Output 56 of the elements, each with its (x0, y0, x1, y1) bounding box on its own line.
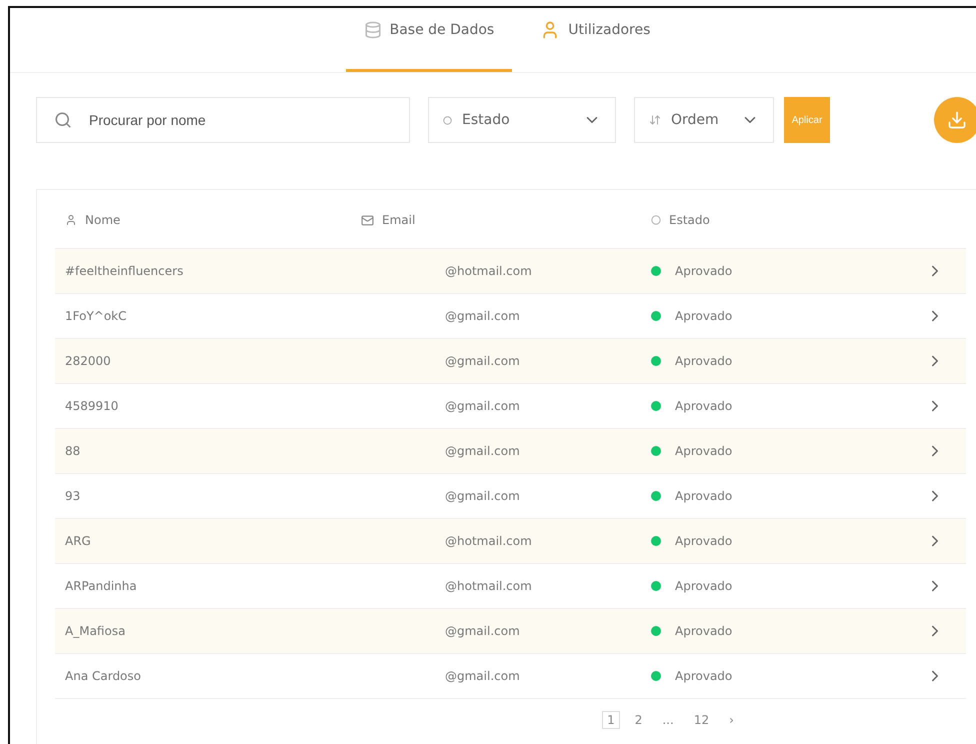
envelope-icon (361, 214, 374, 226)
page-link[interactable]: 12 (688, 711, 714, 729)
status-cell: Aprovado (675, 669, 732, 683)
table-row[interactable]: 88 @gmail.com Aprovado (55, 429, 966, 474)
sort-icon (649, 114, 661, 126)
name-cell-text: 282000 (65, 354, 112, 368)
page-link[interactable]: 2 (630, 711, 648, 729)
column-header: Estado (669, 213, 710, 227)
table-row[interactable]: 282000 @gmail.com Aprovado (55, 339, 966, 384)
search-icon (54, 111, 72, 129)
name-cell-text: Ana Cardoso (65, 669, 142, 683)
dropdown[interactable]: Ordem (634, 97, 774, 143)
status-cell: Aprovado (675, 354, 732, 368)
dropdown[interactable]: Estado (428, 97, 616, 143)
status-cell: Aprovado (675, 534, 732, 548)
status-cell: Aprovado (675, 489, 732, 503)
name-cell-text: 4589910 (65, 399, 120, 413)
name-cell-text: 1FoY^okC (65, 309, 128, 323)
table-row[interactable]: A_Mafiosa @gmail.com Aprovado (55, 609, 966, 654)
circle-icon (651, 215, 661, 225)
email-cell-text: @gmail.com (445, 669, 521, 683)
email-cell-text: @gmail.com (445, 399, 521, 413)
status-cell: Aprovado (675, 264, 732, 278)
person-icon (65, 214, 77, 226)
email-cell-text: @hotmail.com (445, 579, 533, 593)
column-header: Nome (85, 213, 120, 227)
status-cell: Aprovado (675, 309, 732, 323)
next-page-link[interactable]: › (724, 711, 739, 729)
email-cell-text: @hotmail.com (445, 264, 533, 278)
email-cell-text: @hotmail.com (445, 534, 533, 548)
name-cell-text: 88 (65, 444, 82, 458)
email-cell-text: @gmail.com (445, 309, 521, 323)
table-row[interactable]: #feeltheinfluencers @hotmail.com Aprovado (55, 249, 966, 294)
status-cell: Aprovado (675, 624, 732, 638)
tab[interactable]: Base de Dados (346, 8, 512, 72)
email-cell-text: @gmail.com (445, 354, 521, 368)
status-cell: Aprovado (675, 444, 732, 458)
name-cell-text: 93 (65, 489, 82, 503)
status-cell: Aprovado (675, 399, 732, 413)
column-header: Email (382, 213, 416, 227)
search-field[interactable]: Procurar por nome (36, 97, 410, 143)
name-cell-text: ARPandinha (65, 579, 138, 593)
name-cell-text: ARG (65, 534, 92, 548)
download-icon (947, 110, 967, 130)
page-link[interactable]: ... (657, 711, 679, 729)
circle-icon (443, 116, 452, 124)
name-cell-text: A_Mafiosa (65, 624, 126, 638)
email-cell-text: @gmail.com (445, 444, 521, 458)
table-row[interactable]: ARG @hotmail.com Aprovado (55, 519, 966, 564)
email-cell-text: @gmail.com (445, 489, 521, 503)
page-link[interactable]: 1 (602, 711, 620, 729)
tab[interactable]: Utilizadores (522, 8, 668, 72)
status-cell: Aprovado (675, 579, 732, 593)
email-cell-text: @gmail.com (445, 624, 521, 638)
name-cell-text: #feeltheinfluencers (65, 264, 184, 278)
database-icon (364, 20, 382, 38)
